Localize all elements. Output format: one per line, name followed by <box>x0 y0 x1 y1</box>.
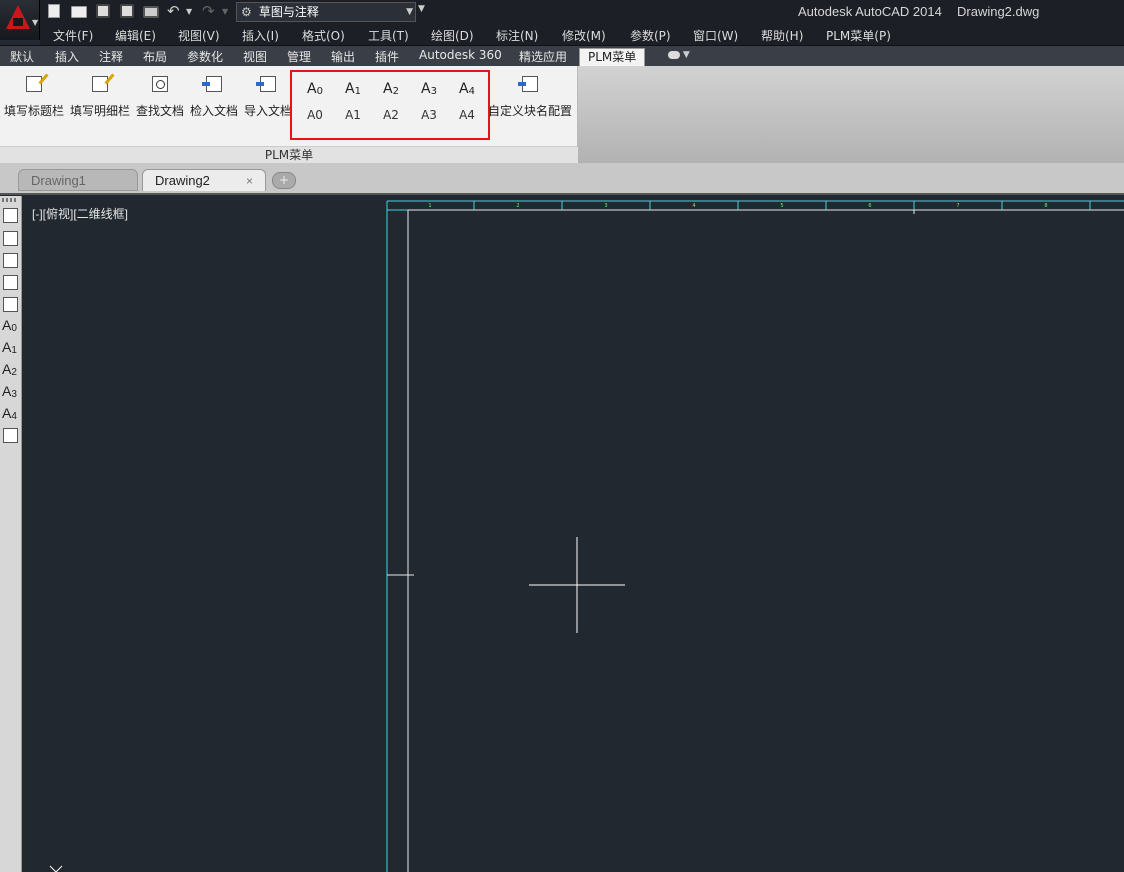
menu-view[interactable]: 视图(V) <box>178 27 220 44</box>
menu-plm[interactable]: PLM菜单(P) <box>826 27 891 44</box>
file-tab-label: Drawing2 <box>155 173 210 188</box>
tab-default[interactable]: 默认 <box>10 48 34 65</box>
ribbon-tab-bar: 默认 插入 注释 布局 参数化 视图 管理 输出 插件 Autodesk 360… <box>0 45 1124 66</box>
checkin-icon[interactable] <box>3 275 18 290</box>
tab-featured-apps[interactable]: 精选应用 <box>519 48 567 65</box>
panel-title: PLM菜单 <box>0 146 578 163</box>
checkin-document-label: 检入文档 <box>190 104 239 118</box>
a2-icon[interactable]: A2 <box>2 361 17 378</box>
menu-modify[interactable]: 修改(M) <box>562 27 606 44</box>
tab-layout[interactable]: 布局 <box>143 48 167 65</box>
menu-insert[interactable]: 插入(I) <box>242 27 279 44</box>
workspace-select[interactable]: ⚙ 草图与注释 ▼ <box>236 2 416 22</box>
edit-icon <box>26 76 42 92</box>
ribbon-panel-plm: 填写标题栏 填写明细栏 查找文档 检入文档 导入文档 A0 A0 A1 A1 A… <box>0 66 578 163</box>
ribbon-options-button[interactable]: ▼ <box>668 50 692 62</box>
menu-help[interactable]: 帮助(H) <box>761 27 803 44</box>
print-icon[interactable] <box>143 6 159 18</box>
toolbar-grip[interactable] <box>2 198 18 202</box>
tab-view[interactable]: 视图 <box>243 48 267 65</box>
menu-parametric[interactable]: 参数(P) <box>630 27 671 44</box>
tab-parametric[interactable]: 参数化 <box>187 48 223 65</box>
chevron-down-icon: ▼ <box>32 18 39 27</box>
tab-insert[interactable]: 插入 <box>55 48 79 65</box>
plus-icon: + <box>278 173 290 187</box>
file-tab-drawing1[interactable]: Drawing1 <box>18 169 138 191</box>
chevron-down-icon: ▼ <box>406 7 413 17</box>
menu-file[interactable]: 文件(F) <box>53 27 93 44</box>
checkin-document-button[interactable]: 检入文档 <box>190 76 238 119</box>
checkin-icon <box>202 76 222 92</box>
tab-output[interactable]: 输出 <box>331 48 355 65</box>
gear-icon: ⚙ <box>241 5 252 19</box>
find-icon <box>152 76 168 92</box>
plm-vertical-toolbar: A0 A1 A2 A3 A4 <box>0 196 22 872</box>
redo-icon[interactable]: ↷ <box>202 2 220 20</box>
edit-icon[interactable] <box>3 231 18 246</box>
import-icon[interactable] <box>3 297 18 312</box>
workspace-label: 草图与注释 <box>258 5 319 19</box>
menu-draw[interactable]: 绘图(D) <box>431 27 474 44</box>
find-icon[interactable] <box>3 253 18 268</box>
a4-icon[interactable]: A4 <box>2 405 17 422</box>
document-title: Drawing2.dwg <box>957 4 1040 19</box>
edit-icon <box>92 76 108 92</box>
tab-addins[interactable]: 插件 <box>375 48 399 65</box>
fill-bom-button[interactable]: 填写明细栏 <box>70 76 130 119</box>
app-title: Autodesk AutoCAD 2014 <box>798 4 942 19</box>
file-tab-drawing2[interactable]: Drawing2 × <box>142 169 266 191</box>
a3-icon[interactable]: A3 <box>2 383 17 400</box>
save-as-icon[interactable] <box>120 4 134 18</box>
edit-icon[interactable] <box>3 208 18 223</box>
viewport-controls[interactable]: [-][俯视][二维线框] <box>32 205 128 222</box>
block-name-config-button[interactable]: 自定义块名配置 <box>488 76 572 119</box>
highlight-box <box>290 70 490 140</box>
find-document-button[interactable]: 查找文档 <box>136 76 184 119</box>
fill-title-block-button[interactable]: 填写标题栏 <box>4 76 64 119</box>
tab-manage[interactable]: 管理 <box>287 48 311 65</box>
fill-bom-label: 填写明细栏 <box>70 104 131 118</box>
menu-tools[interactable]: 工具(T) <box>368 27 409 44</box>
file-tab-label: Drawing1 <box>31 173 86 188</box>
config-icon[interactable] <box>3 428 18 443</box>
save-icon[interactable] <box>96 4 110 18</box>
menu-dimension[interactable]: 标注(N) <box>496 27 538 44</box>
import-icon <box>256 76 276 92</box>
new-tab-button[interactable]: + <box>272 172 296 189</box>
config-icon <box>518 76 538 92</box>
ribbon-empty-area <box>578 66 1124 163</box>
menu-window[interactable]: 窗口(W) <box>693 27 738 44</box>
find-document-label: 查找文档 <box>136 104 185 118</box>
import-document-button[interactable]: 导入文档 <box>244 76 292 119</box>
tab-annotate[interactable]: 注释 <box>99 48 123 65</box>
import-document-label: 导入文档 <box>244 104 293 118</box>
customize-toolbar-icon[interactable]: ▼ <box>418 4 425 14</box>
undo-icon[interactable]: ↶ <box>167 2 185 20</box>
a0-icon[interactable]: A0 <box>2 317 17 334</box>
menu-edit[interactable]: 编辑(E) <box>115 27 156 44</box>
application-menu-button[interactable]: ▼ <box>0 0 40 40</box>
menu-format[interactable]: 格式(O) <box>302 27 345 44</box>
new-file-icon[interactable] <box>48 4 60 18</box>
title-bar: ▼ ↶ ▼ ↷ ▼ ⚙ 草图与注释 ▼ ▼ Autodesk AutoCAD 2… <box>0 0 1124 40</box>
file-tab-bar: Drawing1 Drawing2 × + <box>0 163 1124 195</box>
fill-title-block-label: 填写标题栏 <box>4 104 65 118</box>
a1-icon[interactable]: A1 <box>2 339 17 356</box>
block-name-config-label: 自定义块名配置 <box>488 104 573 118</box>
drawing-canvas[interactable] <box>22 196 1124 872</box>
menu-bar: 文件(F) 编辑(E) 视图(V) 插入(I) 格式(O) 工具(T) 绘图(D… <box>40 24 1124 45</box>
minimize-ribbon-icon <box>668 50 680 59</box>
tab-plm-menu[interactable]: PLM菜单 <box>579 48 646 66</box>
tab-autodesk-360[interactable]: Autodesk 360 <box>419 48 502 62</box>
close-icon[interactable]: × <box>246 170 253 192</box>
open-file-icon[interactable] <box>71 6 87 18</box>
